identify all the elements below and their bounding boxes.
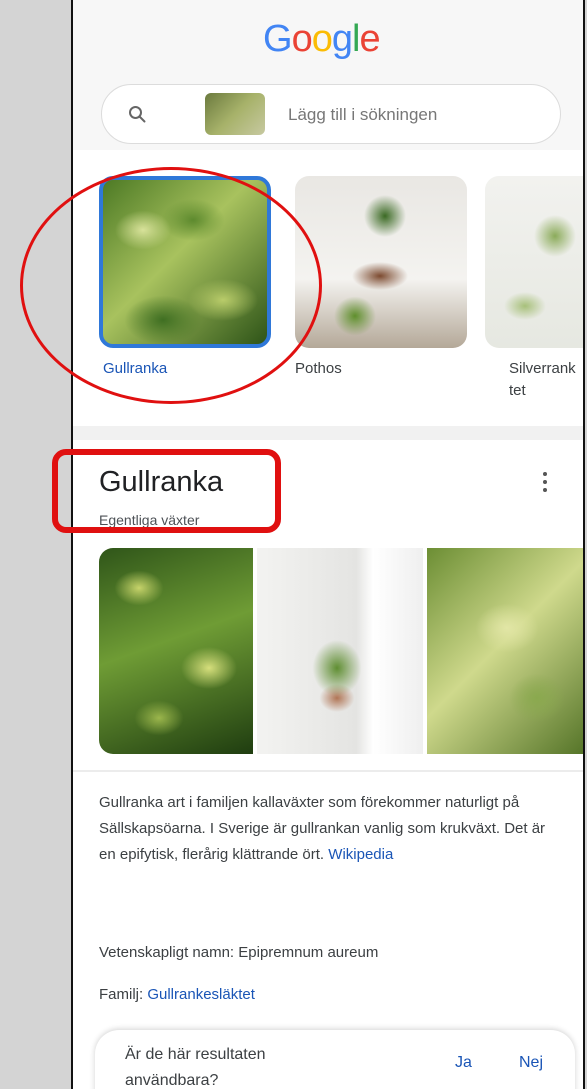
carousel-label-pothos[interactable]: Pothos — [295, 360, 342, 377]
gallery-image[interactable] — [427, 548, 583, 754]
feedback-question: Är de här resultaten användbara? — [125, 1046, 266, 1089]
description: Gullranka art i familjen kallaväxter som… — [99, 790, 561, 868]
carousel-image-silverranktet[interactable] — [485, 176, 583, 348]
google-logo[interactable]: Google — [263, 18, 381, 61]
description-text: Gullranka art i familjen kallaväxter som… — [99, 794, 546, 863]
logo-letter: o — [311, 18, 333, 60]
logo-letter: g — [331, 18, 353, 60]
fact-value: Epipremnum aureum — [238, 944, 379, 961]
gallery-image[interactable] — [99, 548, 253, 754]
section-divider — [73, 426, 583, 440]
feedback-yes-button[interactable]: Ja — [455, 1054, 472, 1072]
carousel-label-gullranka[interactable]: Gullranka — [103, 360, 167, 377]
logo-letter: o — [291, 18, 313, 60]
image-gallery — [99, 548, 583, 754]
search-input[interactable]: Lägg till i sökningen — [288, 105, 437, 125]
search-bar[interactable]: Lägg till i sökningen — [101, 84, 561, 144]
fact-label: Vetenskapligt namn: — [99, 944, 235, 961]
fact-value-link[interactable]: Gullrankesläktet — [147, 986, 255, 1003]
related-carousel: Gullranka Pothos Silverrank tet — [73, 170, 583, 420]
phone-screen: Google Lägg till i sökningen Gullranka P… — [71, 0, 585, 1089]
logo-letter: l — [351, 18, 361, 60]
knowledge-panel-subtitle: Egentliga växter — [99, 512, 200, 528]
fact-label: Familj: — [99, 986, 144, 1003]
section-divider — [73, 770, 583, 772]
fact-scientific-name: Vetenskapligt namn: Epipremnum aureum — [99, 944, 378, 961]
carousel-image-pothos[interactable] — [295, 176, 467, 348]
more-vert-icon[interactable] — [535, 468, 555, 496]
wikipedia-link[interactable]: Wikipedia — [328, 846, 393, 863]
logo-letter: G — [263, 18, 293, 60]
search-icon[interactable] — [128, 105, 146, 123]
carousel-label-silverranktet[interactable]: Silverrank — [509, 360, 576, 377]
knowledge-panel-title: Gullranka — [99, 466, 224, 498]
search-image-thumbnail[interactable] — [205, 93, 265, 135]
logo-letter: e — [359, 18, 380, 60]
carousel-label-silverranktet-line2[interactable]: tet — [509, 382, 526, 399]
carousel-image-gullranka[interactable] — [99, 176, 271, 348]
feedback-no-button[interactable]: Nej — [519, 1054, 543, 1072]
fact-family: Familj: Gullrankesläktet — [99, 986, 255, 1003]
feedback-bar: Är de här resultaten användbara? Ja Nej — [95, 1030, 575, 1089]
gallery-image[interactable] — [257, 548, 423, 754]
